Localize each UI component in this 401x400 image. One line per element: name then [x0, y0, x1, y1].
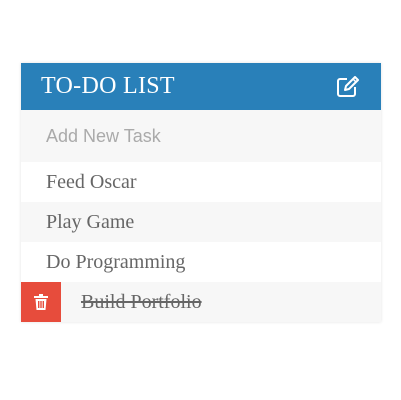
task-label: Do Programming: [46, 250, 186, 273]
page-title: TO-DO LIST: [41, 73, 175, 99]
todo-card: TO-DO LIST Feed Oscar Play Game Do Progr…: [21, 63, 381, 322]
task-label: Build Portfolio: [81, 290, 202, 313]
new-task-input[interactable]: [44, 124, 381, 148]
new-task-field: [21, 110, 381, 162]
header: TO-DO LIST: [21, 63, 381, 110]
task-label: Play Game: [46, 210, 135, 233]
trash-icon: [34, 294, 48, 310]
task-item-completed[interactable]: Build Portfolio: [21, 282, 381, 322]
edit-icon: [337, 75, 359, 97]
toggle-input-button[interactable]: [335, 74, 361, 100]
task-label: Feed Oscar: [46, 170, 137, 193]
delete-button[interactable]: [21, 282, 61, 322]
task-item[interactable]: Feed Oscar: [21, 162, 381, 202]
task-list: Feed Oscar Play Game Do Programming Buil: [21, 162, 381, 322]
task-item[interactable]: Play Game: [21, 202, 381, 242]
task-item[interactable]: Do Programming: [21, 242, 381, 282]
